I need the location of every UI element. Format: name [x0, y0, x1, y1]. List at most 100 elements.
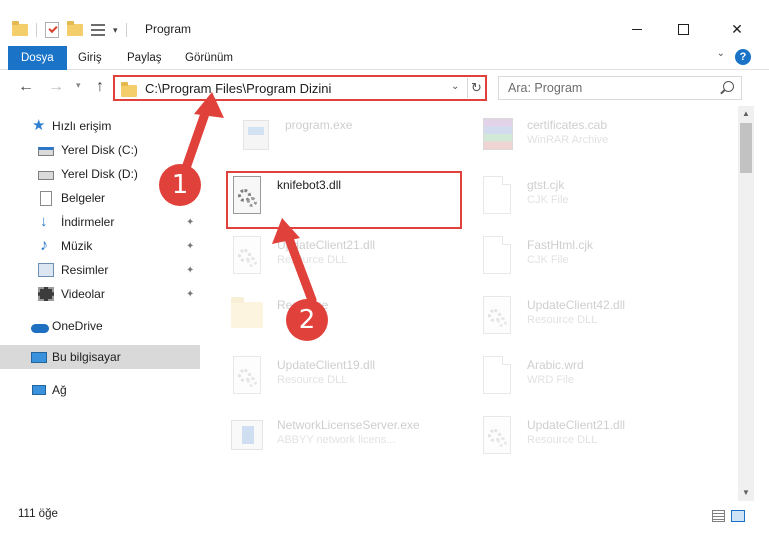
sidebar-item-onedrive[interactable]: OneDrive: [0, 314, 200, 338]
address-bar[interactable]: C:\Program Files\Program Dizini ⌄ ↻: [113, 75, 487, 101]
pin-icon[interactable]: ✦: [186, 289, 194, 300]
sidebar-item-label: Videolar: [61, 287, 105, 301]
dll-icon: [479, 296, 515, 336]
file-item[interactable]: certificates.cab WinRAR Archive: [479, 114, 709, 164]
cloud-icon: [31, 323, 49, 333]
file-item[interactable]: UpdateClient42.dll Resource DLL: [479, 294, 709, 344]
file-name: program.exe: [285, 118, 353, 132]
star-icon: ★: [32, 117, 46, 134]
file-item[interactable]: UpdateClient21.dll Resource DLL: [229, 234, 449, 284]
details-view-icon[interactable]: [712, 510, 725, 522]
tab-view[interactable]: Görünüm: [175, 46, 243, 70]
customize-toolbar-icon[interactable]: [91, 24, 105, 36]
folder-icon: [229, 296, 265, 336]
documents-icon: [40, 190, 52, 206]
file-item[interactable]: Arabic.wrd WRD File: [479, 354, 709, 404]
sidebar-item-network[interactable]: Ağ: [0, 378, 200, 402]
sidebar-item-label: Belgeler: [61, 191, 106, 205]
up-button[interactable]: ↑: [90, 78, 110, 96]
new-folder-icon[interactable]: [67, 21, 83, 36]
sidebar-item-downloads[interactable]: ↓ İndirmeler ✦: [0, 210, 200, 234]
folder-icon: [12, 21, 28, 36]
close-button[interactable]: ✕: [714, 14, 760, 44]
file-type: Resource DLL: [527, 314, 598, 326]
file-item[interactable]: UpdateClient21.dll Resource DLL: [479, 414, 709, 464]
sidebar-item-label: Müzik: [61, 239, 93, 253]
sidebar-item-music[interactable]: ♪ Müzik ✦: [0, 234, 200, 258]
toolbar-dropdown-icon[interactable]: ▾: [113, 25, 118, 36]
file-item[interactable]: NetworkLicenseServer.exe ABBYY network l…: [229, 414, 469, 464]
large-icons-view-icon[interactable]: [731, 510, 745, 522]
title-bar: ▾ Program ✕: [0, 0, 769, 44]
divider: [36, 23, 37, 37]
file-list: program.exe certificates.cab WinRAR Arch…: [205, 106, 738, 501]
scroll-down-icon[interactable]: ▼: [738, 485, 754, 501]
dll-icon: [229, 356, 265, 396]
file-name: NetworkLicenseServer.exe: [277, 418, 420, 432]
file-type: Resource DLL: [527, 434, 598, 446]
music-icon: ♪: [40, 237, 48, 254]
file-item[interactable]: UpdateClient19.dll Resource DLL: [229, 354, 449, 404]
back-button[interactable]: ←: [16, 78, 36, 96]
address-path[interactable]: C:\Program Files\Program Dizini: [145, 81, 331, 96]
scroll-up-icon[interactable]: ▲: [738, 106, 754, 122]
minimize-button[interactable]: [614, 14, 660, 44]
sidebar-item-videos[interactable]: Videolar ✦: [0, 282, 200, 306]
file-name: UpdateClient42.dll: [527, 298, 626, 312]
file-type: CJK File: [527, 194, 569, 206]
dll-icon: [479, 416, 515, 456]
forward-button[interactable]: →: [46, 78, 66, 96]
file-type: ABBYY network licens...: [277, 434, 396, 446]
help-icon[interactable]: ?: [735, 49, 751, 65]
step-badge-1: 1: [159, 164, 201, 206]
sidebar-item-this-pc[interactable]: Bu bilgisayar: [0, 345, 200, 369]
folder-icon: [121, 82, 137, 97]
file-type: WinRAR Archive: [527, 134, 609, 146]
tab-share[interactable]: Paylaş: [117, 46, 172, 70]
pin-icon[interactable]: ✦: [186, 217, 194, 228]
file-type: Resource DLL: [277, 254, 348, 266]
file-item[interactable]: Resource: [229, 294, 449, 344]
highlight-box: [226, 171, 462, 229]
recent-locations-icon[interactable]: ▾: [76, 80, 81, 91]
maximize-button[interactable]: [660, 14, 706, 44]
file-name: FastHtml.cjk: [527, 238, 593, 252]
file-name: certificates.cab: [527, 118, 608, 132]
sidebar-item-disk-c[interactable]: Yerel Disk (C:): [0, 138, 200, 162]
expand-ribbon-icon[interactable]: ⌄: [717, 48, 725, 59]
dll-icon: [229, 236, 265, 276]
properties-check-icon[interactable]: [45, 22, 59, 38]
search-icon[interactable]: [723, 81, 734, 92]
sidebar-item-pictures[interactable]: Resimler ✦: [0, 258, 200, 282]
drive-icon: [38, 147, 54, 156]
file-name: Arabic.wrd: [527, 358, 584, 372]
sidebar-item-quick-access[interactable]: ★ Hızlı erişim: [0, 114, 200, 138]
sidebar-item-label: Yerel Disk (C:): [61, 143, 138, 157]
video-icon: [38, 287, 54, 301]
sidebar-item-label: OneDrive: [52, 319, 103, 333]
pin-icon[interactable]: ✦: [186, 241, 194, 252]
search-input[interactable]: Ara: Program: [508, 81, 582, 95]
refresh-button[interactable]: ↻: [467, 78, 485, 98]
scrollbar-thumb[interactable]: [740, 123, 752, 173]
blank-file-icon: [479, 356, 515, 396]
computer-icon: [31, 351, 47, 363]
file-item[interactable]: program.exe: [237, 114, 437, 164]
sidebar-item-label: Resimler: [61, 263, 109, 277]
pin-icon[interactable]: ✦: [186, 265, 194, 276]
file-type: Resource DLL: [277, 374, 348, 386]
tab-home[interactable]: Giriş: [68, 46, 112, 70]
sidebar-item-label: Ağ: [52, 383, 67, 397]
file-item[interactable]: gtst.cjk CJK File: [479, 174, 709, 224]
item-count: 111 öğe: [18, 508, 58, 520]
download-icon: ↓: [40, 213, 48, 230]
network-exe-icon: [229, 416, 265, 456]
blank-file-icon: [479, 176, 515, 216]
file-item[interactable]: FastHtml.cjk CJK File: [479, 234, 709, 284]
vertical-scrollbar[interactable]: ▲ ▼: [738, 106, 754, 501]
window-title: Program: [145, 22, 192, 36]
search-box[interactable]: Ara: Program: [498, 76, 742, 100]
address-dropdown-icon[interactable]: ⌄: [451, 81, 459, 92]
status-bar: 111 öğe: [0, 501, 769, 533]
rar-icon: [479, 116, 515, 156]
